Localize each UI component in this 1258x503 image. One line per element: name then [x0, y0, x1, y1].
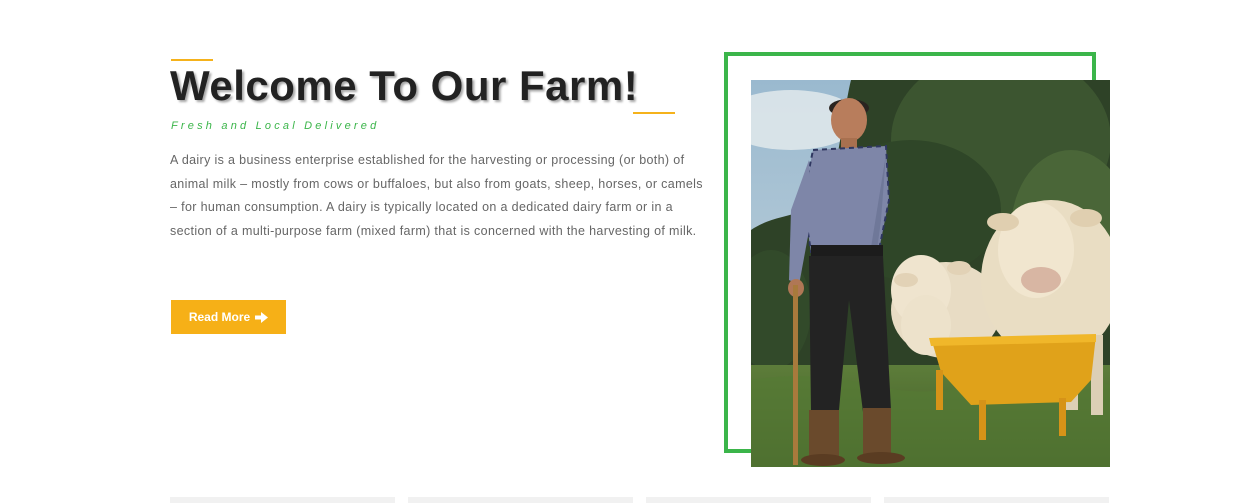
section-description: A dairy is a business enterprise establi… [170, 153, 703, 238]
read-more-label: Read More [188, 310, 251, 324]
feature-card [408, 497, 633, 503]
title-accent-line-bottom [633, 112, 675, 114]
feature-card [646, 497, 871, 503]
read-more-button[interactable]: Read More [171, 300, 286, 334]
feature-card [884, 497, 1109, 503]
feature-card [170, 497, 395, 503]
arrow-right-icon [255, 311, 269, 323]
section-title: Welcome To Our Farm! [170, 62, 639, 109]
section-tagline: Fresh and Local Delivered [171, 120, 380, 132]
farmer-with-cows-photo [751, 80, 1110, 467]
title-accent-line-top [171, 59, 213, 61]
